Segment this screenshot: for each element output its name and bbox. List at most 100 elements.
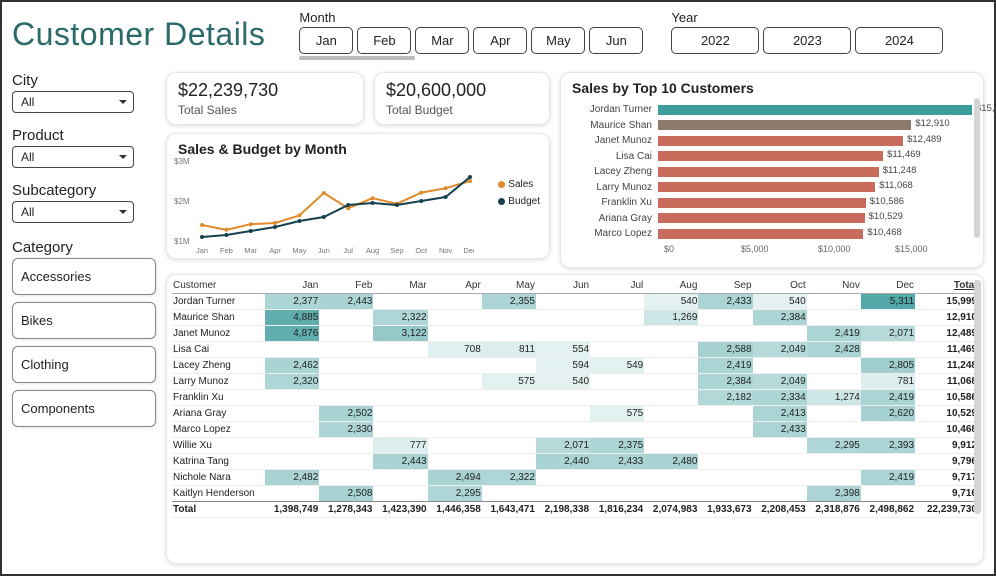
matrix-scrollbar[interactable] (974, 280, 981, 514)
filter-subcategory-dropdown[interactable]: All (12, 201, 134, 223)
matrix-cell (428, 374, 482, 390)
matrix-cell: 2,330 (319, 422, 373, 438)
matrix-cell (373, 486, 427, 502)
matrix-cell: 2,375 (590, 438, 644, 454)
matrix-cell (590, 294, 644, 310)
matrix-cell (265, 454, 319, 470)
matrix-total-row: Total1,398,7491,278,3431,423,3901,446,35… (172, 502, 978, 518)
matrix-cell: 2,322 (482, 470, 536, 486)
matrix-cell (428, 438, 482, 454)
matrix-cell: 2,393 (861, 438, 915, 454)
matrix-row-total: 9,717 (915, 470, 978, 486)
matrix-cell (644, 326, 698, 342)
month-btn-may[interactable]: May (531, 27, 585, 54)
matrix-header[interactable]: Dec (861, 278, 915, 294)
matrix-cell (861, 454, 915, 470)
month-btn-mar[interactable]: Mar (415, 27, 469, 54)
top-customer-row: Lacey Zheng$11,248 (572, 164, 972, 180)
matrix-header[interactable]: Aug (644, 278, 698, 294)
matrix-cell (807, 454, 861, 470)
matrix-cell: 2,419 (861, 390, 915, 406)
top-customer-row: Janet Munoz$12,489 (572, 133, 972, 149)
matrix-cell: 5,311 (861, 294, 915, 310)
month-btn-feb[interactable]: Feb (357, 27, 411, 54)
month-btn-jan[interactable]: Jan (299, 27, 353, 54)
category-btn-bikes[interactable]: Bikes (12, 302, 156, 339)
matrix-cell (482, 406, 536, 422)
matrix-header[interactable]: Jan (265, 278, 319, 294)
matrix-cell (319, 438, 373, 454)
matrix-customer: Katrina Tang (172, 454, 265, 470)
table-row: Marco Lopez2,3302,43310,468 (172, 422, 978, 438)
matrix-header[interactable]: Customer (172, 278, 265, 294)
matrix-row-total: 15,999 (915, 294, 978, 310)
matrix-cell: 2,440 (536, 454, 590, 470)
year-slicer: Year 202220232024 (671, 10, 943, 54)
matrix-cell (644, 486, 698, 502)
matrix-cell: 2,398 (807, 486, 861, 502)
matrix-cell (373, 470, 427, 486)
matrix-row-total: 10,468 (915, 422, 978, 438)
year-btn-2023[interactable]: 2023 (763, 27, 851, 54)
top-customer-name: Janet Munoz (572, 135, 658, 146)
matrix-cell (319, 454, 373, 470)
category-btn-accessories[interactable]: Accessories (12, 258, 156, 295)
month-scrollbar[interactable] (299, 56, 415, 60)
matrix-cell: 2,384 (698, 374, 752, 390)
matrix-cell: 2,413 (753, 406, 807, 422)
matrix-customer: Lisa Cai (172, 342, 265, 358)
matrix-header[interactable]: Feb (319, 278, 373, 294)
svg-text:May: May (292, 246, 306, 255)
top-customers-scrollbar[interactable] (974, 98, 980, 238)
matrix-header[interactable]: Apr (428, 278, 482, 294)
filter-product-dropdown[interactable]: All (12, 146, 134, 168)
matrix-cell (644, 438, 698, 454)
kpi-total-budget-value: $20,600,000 (386, 80, 538, 101)
matrix-header[interactable]: Jul (590, 278, 644, 294)
svg-text:Sep: Sep (390, 246, 403, 255)
filter-city-dropdown[interactable]: All (12, 91, 134, 113)
matrix-header[interactable]: Total (915, 278, 978, 294)
table-row: Lisa Cai7088115542,5882,0492,42811,469 (172, 342, 978, 358)
matrix-header[interactable]: Oct (753, 278, 807, 294)
matrix-header[interactable]: May (482, 278, 536, 294)
category-btn-clothing[interactable]: Clothing (12, 346, 156, 383)
matrix-cell (428, 294, 482, 310)
customer-matrix: CustomerJanFebMarAprMayJunJulAugSepOctNo… (166, 274, 984, 564)
year-btn-2024[interactable]: 2024 (855, 27, 943, 54)
matrix-header[interactable]: Nov (807, 278, 861, 294)
category-btn-components[interactable]: Components (12, 390, 156, 427)
filter-panel: City All Product All Subcategory All Cat… (12, 72, 156, 564)
matrix-cell (482, 438, 536, 454)
matrix-cell: 2,182 (698, 390, 752, 406)
month-btn-jun[interactable]: Jun (589, 27, 643, 54)
table-row: Maurice Shan4,8852,3221,2692,38412,910 (172, 310, 978, 326)
top-customer-name: Lisa Cai (572, 151, 658, 162)
matrix-customer: Maurice Shan (172, 310, 265, 326)
matrix-row-total: 12,489 (915, 326, 978, 342)
matrix-row-total: 9,716 (915, 486, 978, 502)
matrix-cell (698, 470, 752, 486)
matrix-header[interactable]: Sep (698, 278, 752, 294)
table-row: Ariana Gray2,5025752,4132,62010,529 (172, 406, 978, 422)
matrix-cell: 2,322 (373, 310, 427, 326)
month-btn-apr[interactable]: Apr (473, 27, 527, 54)
matrix-cell: 2,377 (265, 294, 319, 310)
matrix-cell (753, 438, 807, 454)
svg-text:Jun: Jun (318, 246, 330, 255)
matrix-header[interactable]: Jun (536, 278, 590, 294)
top-customer-row: Ariana Gray$10,529 (572, 211, 972, 227)
year-btn-2022[interactable]: 2022 (671, 27, 759, 54)
matrix-customer: Lacey Zheng (172, 358, 265, 374)
svg-text:Apr: Apr (269, 246, 281, 255)
matrix-cell (590, 422, 644, 438)
matrix-cell (265, 438, 319, 454)
matrix-cell (698, 406, 752, 422)
svg-text:Dec: Dec (463, 246, 474, 255)
matrix-header[interactable]: Mar (373, 278, 427, 294)
matrix-cell (373, 374, 427, 390)
matrix-cell: 2,588 (698, 342, 752, 358)
matrix-cell (536, 422, 590, 438)
matrix-cell (482, 390, 536, 406)
matrix-cell (644, 406, 698, 422)
